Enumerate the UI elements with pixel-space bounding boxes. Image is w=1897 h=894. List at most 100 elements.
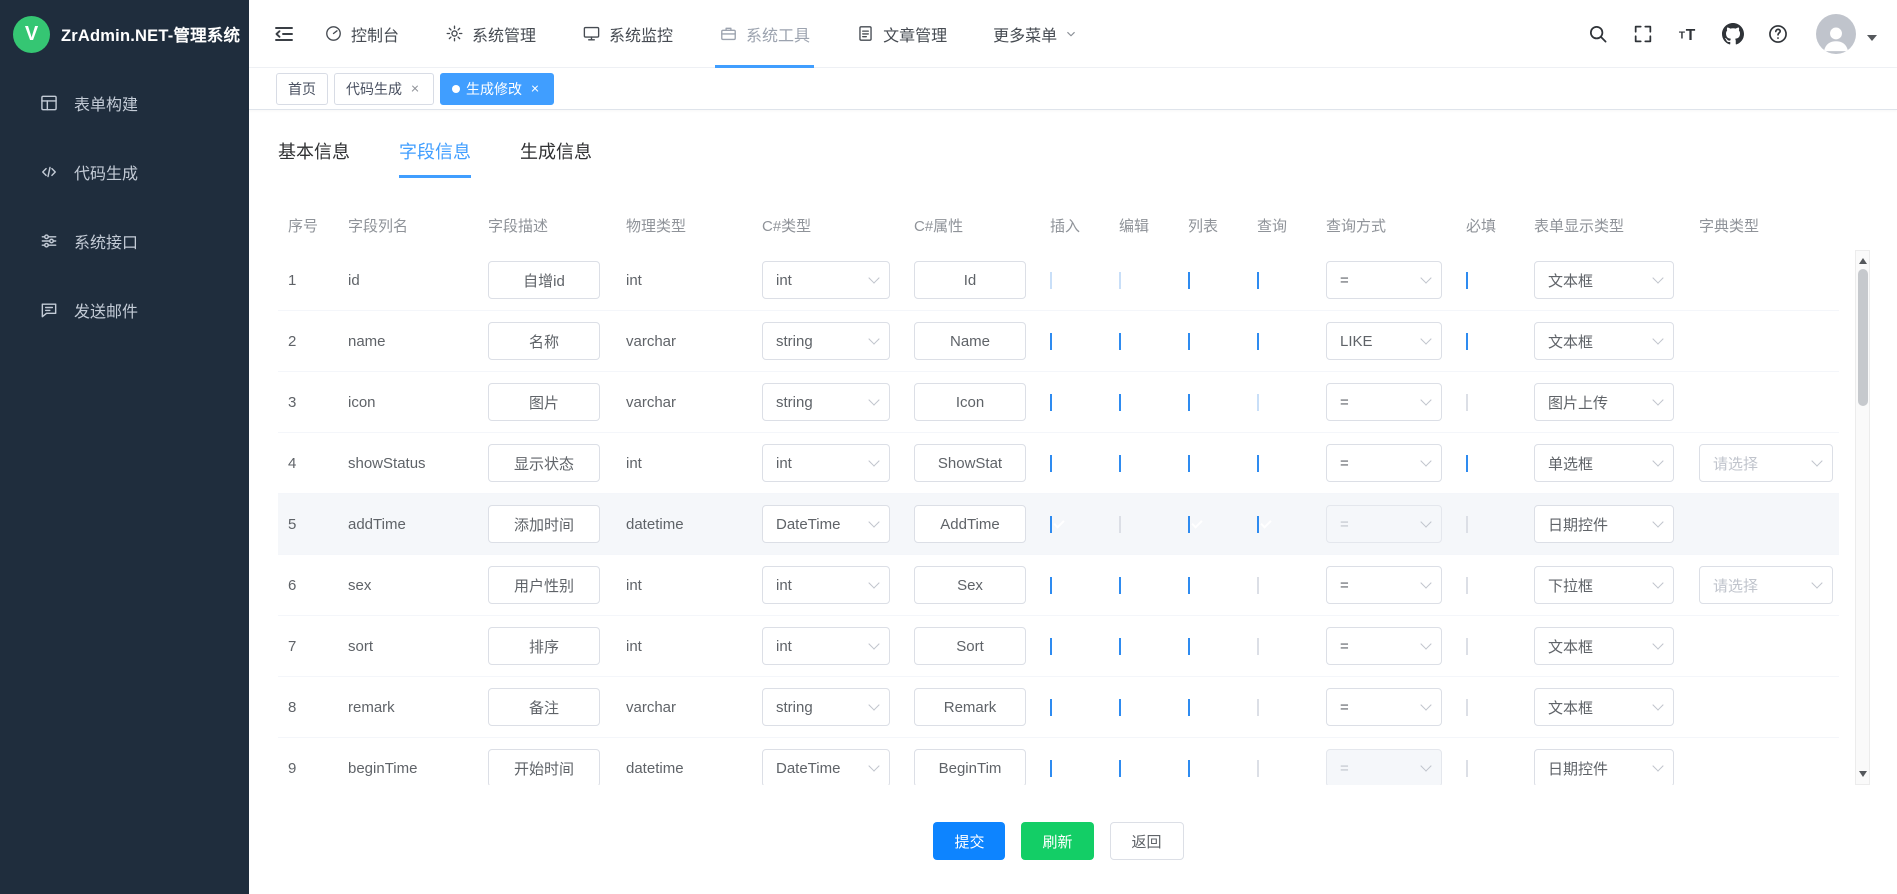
query-mode-select[interactable]: = <box>1326 688 1442 726</box>
insert-checkbox[interactable] <box>1050 516 1052 533</box>
query-checkbox[interactable] <box>1257 577 1259 594</box>
refresh-button[interactable]: 刷新 <box>1021 822 1093 860</box>
insert-checkbox[interactable] <box>1050 638 1052 655</box>
query-checkbox[interactable] <box>1257 516 1259 533</box>
display-type-select[interactable]: 日期控件 <box>1534 505 1674 543</box>
query-mode-select[interactable]: LIKE <box>1326 322 1442 360</box>
required-checkbox[interactable] <box>1466 455 1468 472</box>
nav-item[interactable]: 更多菜单 <box>993 0 1078 68</box>
header-action-icon[interactable] <box>1677 23 1699 45</box>
field-desc-input[interactable] <box>488 261 600 299</box>
edit-checkbox[interactable] <box>1119 394 1121 411</box>
query-mode-select[interactable]: = <box>1326 566 1442 604</box>
avatar[interactable] <box>1816 14 1856 54</box>
display-type-select[interactable]: 下拉框 <box>1534 566 1674 604</box>
required-checkbox[interactable] <box>1466 394 1468 411</box>
close-icon[interactable] <box>528 82 542 96</box>
query-checkbox[interactable] <box>1257 760 1259 777</box>
cs-prop-input[interactable] <box>914 383 1026 421</box>
cs-type-select[interactable]: int <box>762 261 890 299</box>
query-checkbox[interactable] <box>1257 272 1259 289</box>
field-desc-input[interactable] <box>488 749 600 785</box>
query-checkbox[interactable] <box>1257 333 1259 350</box>
view-tag[interactable]: 首页 <box>276 73 328 105</box>
insert-checkbox[interactable] <box>1050 699 1052 716</box>
list-checkbox[interactable] <box>1188 455 1190 472</box>
avatar-caret-icon[interactable] <box>1867 35 1877 46</box>
field-desc-input[interactable] <box>488 688 600 726</box>
list-checkbox[interactable] <box>1188 394 1190 411</box>
sidebar-item[interactable]: 发送邮件 <box>0 275 249 344</box>
insert-checkbox[interactable] <box>1050 272 1052 289</box>
list-checkbox[interactable] <box>1188 760 1190 777</box>
cs-type-select[interactable]: string <box>762 688 890 726</box>
header-action-icon[interactable] <box>1767 23 1789 45</box>
back-button[interactable]: 返回 <box>1110 822 1184 860</box>
edit-checkbox[interactable] <box>1119 333 1121 350</box>
list-checkbox[interactable] <box>1188 516 1190 533</box>
cs-type-select[interactable]: string <box>762 322 890 360</box>
display-type-select[interactable]: 文本框 <box>1534 627 1674 665</box>
header-action-icon[interactable] <box>1632 23 1654 45</box>
insert-checkbox[interactable] <box>1050 760 1052 777</box>
sidebar-item[interactable]: 系统接口 <box>0 206 249 275</box>
required-checkbox[interactable] <box>1466 638 1468 655</box>
insert-checkbox[interactable] <box>1050 333 1052 350</box>
nav-item[interactable]: 系统监控 <box>582 0 673 68</box>
submit-button[interactable]: 提交 <box>933 822 1005 860</box>
query-mode-select[interactable]: = <box>1326 383 1442 421</box>
required-checkbox[interactable] <box>1466 760 1468 777</box>
view-tag[interactable]: 生成修改 <box>440 73 554 105</box>
nav-item[interactable]: 系统工具 <box>719 0 810 68</box>
field-desc-input[interactable] <box>488 566 600 604</box>
field-desc-input[interactable] <box>488 444 600 482</box>
list-checkbox[interactable] <box>1188 638 1190 655</box>
edit-checkbox[interactable] <box>1119 516 1121 533</box>
cs-prop-input[interactable] <box>914 444 1026 482</box>
list-checkbox[interactable] <box>1188 577 1190 594</box>
detail-tab[interactable]: 字段信息 <box>399 138 471 178</box>
cs-type-select[interactable]: int <box>762 627 890 665</box>
list-checkbox[interactable] <box>1188 333 1190 350</box>
detail-tab[interactable]: 生成信息 <box>520 138 592 178</box>
display-type-select[interactable]: 单选框 <box>1534 444 1674 482</box>
list-checkbox[interactable] <box>1188 272 1190 289</box>
table-scrollbar[interactable] <box>1855 250 1870 785</box>
required-checkbox[interactable] <box>1466 699 1468 716</box>
field-desc-input[interactable] <box>488 322 600 360</box>
detail-tab[interactable]: 基本信息 <box>278 138 350 178</box>
collapse-sidebar-icon[interactable] <box>272 22 296 46</box>
close-icon[interactable] <box>408 82 422 96</box>
edit-checkbox[interactable] <box>1119 577 1121 594</box>
query-mode-select[interactable]: = <box>1326 505 1442 543</box>
sidebar-item[interactable]: 表单构建 <box>0 68 249 137</box>
query-checkbox[interactable] <box>1257 638 1259 655</box>
insert-checkbox[interactable] <box>1050 455 1052 472</box>
edit-checkbox[interactable] <box>1119 699 1121 716</box>
display-type-select[interactable]: 图片上传 <box>1534 383 1674 421</box>
query-mode-select[interactable]: = <box>1326 444 1442 482</box>
required-checkbox[interactable] <box>1466 272 1468 289</box>
header-action-icon[interactable] <box>1587 23 1609 45</box>
edit-checkbox[interactable] <box>1119 760 1121 777</box>
cs-type-select[interactable]: string <box>762 383 890 421</box>
cs-prop-input[interactable] <box>914 322 1026 360</box>
query-checkbox[interactable] <box>1257 699 1259 716</box>
display-type-select[interactable]: 日期控件 <box>1534 749 1674 785</box>
dict-type-select[interactable]: 请选择 <box>1699 566 1833 604</box>
cs-prop-input[interactable] <box>914 505 1026 543</box>
cs-type-select[interactable]: DateTime <box>762 749 890 785</box>
dict-type-select[interactable]: 请选择 <box>1699 444 1833 482</box>
query-mode-select[interactable]: = <box>1326 749 1442 785</box>
cs-type-select[interactable]: int <box>762 566 890 604</box>
edit-checkbox[interactable] <box>1119 638 1121 655</box>
insert-checkbox[interactable] <box>1050 577 1052 594</box>
display-type-select[interactable]: 文本框 <box>1534 322 1674 360</box>
required-checkbox[interactable] <box>1466 333 1468 350</box>
cs-prop-input[interactable] <box>914 749 1026 785</box>
list-checkbox[interactable] <box>1188 699 1190 716</box>
field-desc-input[interactable] <box>488 627 600 665</box>
cs-type-select[interactable]: DateTime <box>762 505 890 543</box>
display-type-select[interactable]: 文本框 <box>1534 261 1674 299</box>
sidebar-item[interactable]: 代码生成 <box>0 137 249 206</box>
